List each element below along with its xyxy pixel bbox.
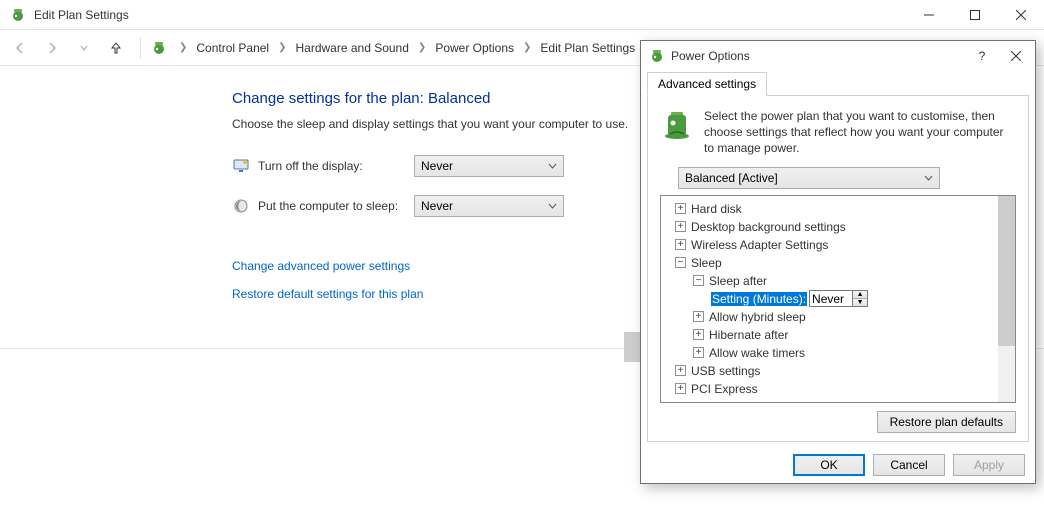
scrollbar-thumb[interactable] <box>998 196 1015 346</box>
power-plan-icon <box>10 7 26 23</box>
chevron-down-icon <box>924 175 933 181</box>
expand-icon[interactable]: + <box>675 203 686 214</box>
expand-icon[interactable]: + <box>675 239 686 250</box>
collapse-icon[interactable]: − <box>693 275 704 286</box>
plan-dropdown[interactable]: Balanced [Active] <box>678 167 940 189</box>
tree-item-usb[interactable]: +USB settings <box>675 362 996 380</box>
chevron-down-icon <box>548 163 557 169</box>
expand-icon[interactable]: + <box>675 365 686 376</box>
settings-tree: +Hard disk +Desktop background settings … <box>660 195 1016 403</box>
display-dropdown[interactable]: Never <box>414 155 564 177</box>
collapse-icon[interactable]: − <box>675 257 686 268</box>
tree-item-wireless[interactable]: +Wireless Adapter Settings <box>675 236 996 254</box>
tab-advanced-settings[interactable]: Advanced settings <box>647 72 767 96</box>
chevron-right-icon: ❯ <box>278 42 286 53</box>
breadcrumb-item[interactable]: Power Options <box>432 39 517 57</box>
forward-button[interactable] <box>38 34 66 62</box>
tree-item-setting-minutes[interactable]: Setting (Minutes): Never ▲▼ <box>711 290 996 308</box>
up-button[interactable] <box>102 34 130 62</box>
scrollbar-stub[interactable] <box>624 332 640 362</box>
expand-icon[interactable]: + <box>693 311 704 322</box>
dialog-close-button[interactable] <box>997 41 1035 71</box>
chevron-right-icon: ❯ <box>523 42 531 53</box>
spin-down[interactable]: ▼ <box>853 299 867 306</box>
spinner[interactable]: ▲▼ <box>853 290 868 307</box>
tree-item-desktop-bg[interactable]: +Desktop background settings <box>675 218 996 236</box>
ok-button[interactable]: OK <box>793 454 865 476</box>
main-titlebar: Edit Plan Settings <box>0 0 1044 30</box>
moon-icon <box>232 198 250 214</box>
close-button[interactable] <box>998 0 1044 30</box>
breadcrumb-item[interactable]: Hardware and Sound <box>293 39 412 57</box>
dialog-buttons: OK Cancel Apply <box>641 448 1035 486</box>
maximize-button[interactable] <box>952 0 998 30</box>
dialog-title: Power Options <box>671 49 967 63</box>
breadcrumb-item[interactable]: Edit Plan Settings <box>537 39 638 57</box>
chevron-right-icon: ❯ <box>418 42 426 53</box>
back-button[interactable] <box>6 34 34 62</box>
plan-value: Balanced [Active] <box>685 171 778 185</box>
tree-item-allow-hybrid[interactable]: +Allow hybrid sleep <box>693 308 996 326</box>
tree-item-hard-disk[interactable]: +Hard disk <box>675 200 996 218</box>
spin-up[interactable]: ▲ <box>853 291 867 299</box>
cancel-button[interactable]: Cancel <box>873 454 945 476</box>
tree-scrollbar[interactable] <box>998 196 1015 402</box>
window-title: Edit Plan Settings <box>34 8 906 22</box>
power-options-dialog: Power Options ? Advanced settings Select… <box>640 40 1036 484</box>
monitor-icon <box>232 158 250 174</box>
expand-icon[interactable]: + <box>675 221 686 232</box>
apply-button[interactable]: Apply <box>953 454 1025 476</box>
tree-item-sleep[interactable]: −Sleep <box>675 254 996 272</box>
power-plan-icon <box>649 48 665 64</box>
dialog-titlebar: Power Options ? <box>641 41 1035 71</box>
sleep-dropdown[interactable]: Never <box>414 195 564 217</box>
tree-item-sleep-after[interactable]: −Sleep after <box>693 272 996 290</box>
tree-item-allow-wake[interactable]: +Allow wake timers <box>693 344 996 362</box>
display-label: Turn off the display: <box>258 159 414 173</box>
power-plan-icon <box>151 40 167 56</box>
setting-label: Setting (Minutes): <box>711 292 807 306</box>
breadcrumb-item[interactable]: Control Panel <box>193 39 272 57</box>
dialog-info: Select the power plan that you want to c… <box>660 108 1016 157</box>
sleep-label: Put the computer to sleep: <box>258 199 414 213</box>
restore-plan-defaults-button[interactable]: Restore plan defaults <box>877 411 1016 433</box>
recent-dropdown[interactable] <box>70 34 98 62</box>
expand-icon[interactable]: + <box>675 383 686 394</box>
expand-icon[interactable]: + <box>693 329 704 340</box>
tree-item-pci[interactable]: +PCI Express <box>675 380 996 398</box>
minimize-button[interactable] <box>906 0 952 30</box>
sleep-value: Never <box>421 199 453 213</box>
battery-icon <box>660 108 694 157</box>
tree-item-hibernate-after[interactable]: +Hibernate after <box>693 326 996 344</box>
dialog-body: Select the power plan that you want to c… <box>647 95 1029 442</box>
chevron-down-icon <box>548 203 557 209</box>
help-button[interactable]: ? <box>967 49 997 63</box>
display-value: Never <box>421 159 453 173</box>
breadcrumb: ❯ Control Panel ❯ Hardware and Sound ❯ P… <box>179 39 638 57</box>
dialog-tabs: Advanced settings <box>641 71 1035 95</box>
setting-value-input[interactable]: Never <box>809 290 853 307</box>
expand-icon[interactable]: + <box>693 347 704 358</box>
chevron-right-icon: ❯ <box>179 42 187 53</box>
dialog-info-text: Select the power plan that you want to c… <box>704 108 1016 157</box>
